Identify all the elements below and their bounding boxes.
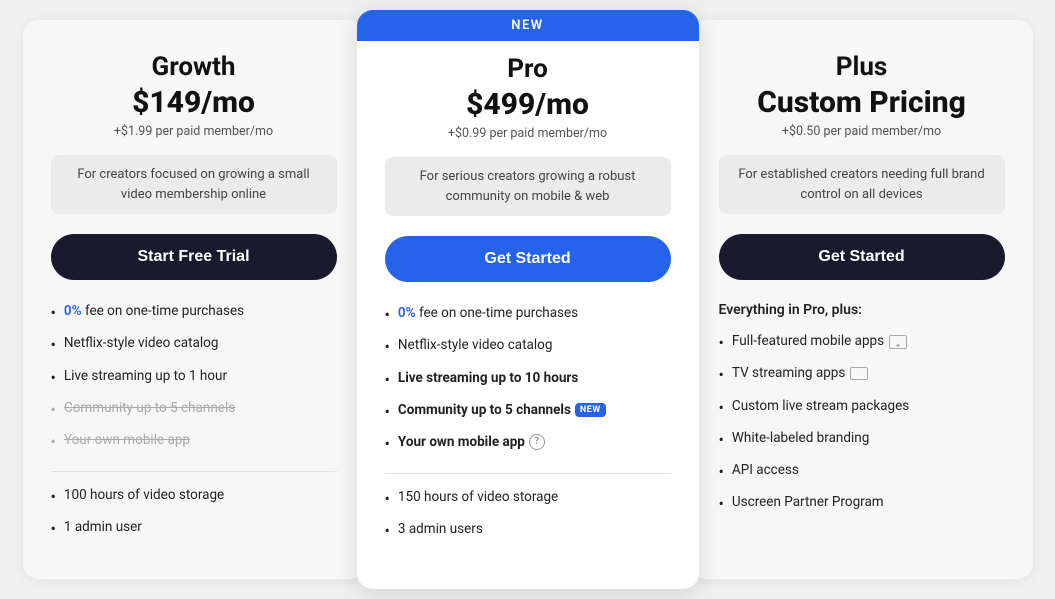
list-item: • Your own mobile app? [385, 433, 671, 453]
plan-card-plus: Plus Custom Pricing +$0.50 per paid memb… [691, 20, 1033, 579]
plan-name-plus: Plus [719, 52, 1005, 83]
plan-price-growth: $149/mo [51, 85, 337, 120]
pro-features-top: • 0% fee on one-time purchases • Netflix… [385, 304, 671, 465]
start-free-trial-button[interactable]: Start Free Trial [51, 234, 337, 280]
list-item: • 0% fee on one-time purchases [51, 302, 337, 322]
get-started-plus-button[interactable]: Get Started [719, 234, 1005, 280]
list-item: • TV streaming apps [719, 364, 1005, 384]
list-item: • Netflix-style video catalog [51, 334, 337, 354]
new-badge: NEW [357, 10, 699, 41]
growth-features-top: • 0% fee on one-time purchases • Netflix… [51, 302, 337, 463]
list-item: • Live streaming up to 10 hours [385, 369, 671, 389]
divider [51, 471, 337, 472]
plus-features: • Full-featured mobile apps • TV streami… [719, 332, 1005, 550]
list-item: • Netflix-style video catalog [385, 336, 671, 356]
list-item: • Uscreen Partner Program [719, 493, 1005, 513]
list-item-strikethrough: • Your own mobile app [51, 431, 337, 451]
list-item: • 150 hours of video storage [385, 488, 671, 508]
list-item: • Live streaming up to 1 hour [51, 367, 337, 387]
mobile-icon [889, 335, 907, 349]
list-item-strikethrough: • Community up to 5 channels [51, 399, 337, 419]
plan-name-growth: Growth [51, 52, 337, 83]
plan-description-pro: For serious creators growing a robust co… [385, 157, 671, 216]
list-item: • 1 admin user [51, 518, 337, 538]
list-item: • 0% fee on one-time purchases [385, 304, 671, 324]
plan-price-plus: Custom Pricing [719, 85, 1005, 120]
list-item: • Custom live stream packages [719, 397, 1005, 417]
list-item: • Full-featured mobile apps [719, 332, 1005, 352]
feature-bold: Your own mobile app [398, 434, 525, 450]
feature-bold: Community up to 5 channels [398, 402, 571, 418]
percent-label: 0% [398, 305, 416, 321]
list-item: • White-labeled branding [719, 429, 1005, 449]
feature-bold: Live streaming up to 10 hours [398, 370, 578, 386]
pricing-container: Growth $149/mo +$1.99 per paid member/mo… [23, 20, 1033, 579]
plan-per-member-growth: +$1.99 per paid member/mo [51, 124, 337, 139]
growth-features-bottom: • 100 hours of video storage • 1 admin u… [51, 486, 337, 550]
plan-description-growth: For creators focused on growing a small … [51, 155, 337, 214]
everything-plus-label: Everything in Pro, plus: [719, 302, 1005, 318]
get-started-pro-button[interactable]: Get Started [385, 236, 671, 282]
plan-name-pro: Pro [385, 54, 671, 85]
pro-features-bottom: • 150 hours of video storage • 3 admin u… [385, 488, 671, 560]
plan-description-plus: For established creators needing full br… [719, 155, 1005, 214]
divider [385, 473, 671, 474]
plan-per-member-pro: +$0.99 per paid member/mo [385, 126, 671, 141]
plan-price-pro: $499/mo [385, 87, 671, 122]
list-item: • 3 admin users [385, 520, 671, 540]
tv-icon [850, 367, 868, 380]
help-icon[interactable]: ? [529, 434, 545, 450]
plan-card-growth: Growth $149/mo +$1.99 per paid member/mo… [23, 20, 365, 579]
new-feature-badge: NEW [575, 403, 606, 417]
plan-per-member-plus: +$0.50 per paid member/mo [719, 124, 1005, 139]
plan-card-pro: NEW Pro $499/mo +$0.99 per paid member/m… [357, 10, 699, 589]
list-item: • API access [719, 461, 1005, 481]
list-item: • Community up to 5 channelsNEW [385, 401, 671, 421]
list-item: • 100 hours of video storage [51, 486, 337, 506]
percent-label: 0% [64, 303, 82, 319]
